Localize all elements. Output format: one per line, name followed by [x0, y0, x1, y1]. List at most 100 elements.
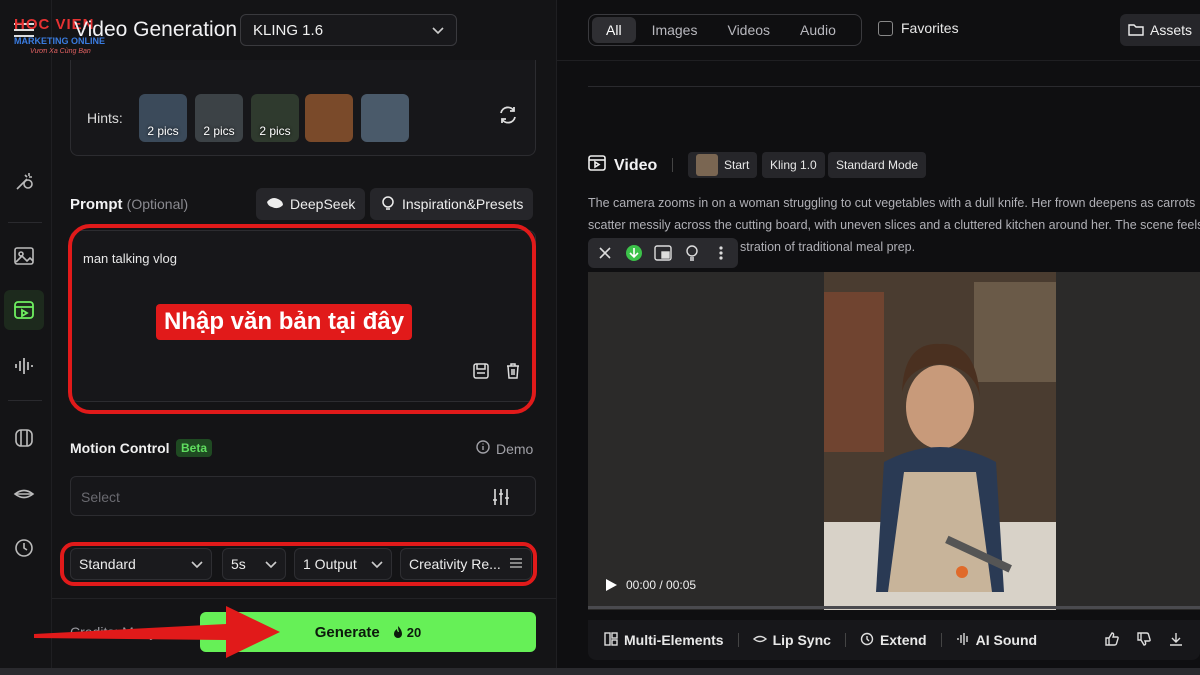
annotation-arrow [34, 606, 280, 658]
tool-divider [737, 633, 739, 647]
hint-thumbnail[interactable]: 2 pics [139, 94, 187, 142]
extend-icon [860, 632, 874, 649]
model-chip: Kling 1.0 [762, 152, 825, 178]
logo-tagline: Vươn Xa Cùng Bạn [30, 48, 91, 55]
feedback-actions [1104, 631, 1184, 650]
rail-divider [8, 400, 42, 401]
content-divider [588, 86, 1200, 87]
lips-icon [752, 632, 767, 648]
sliders-icon [491, 487, 511, 512]
info-icon [476, 440, 490, 457]
lightbulb-icon[interactable] [680, 241, 705, 265]
hint-thumbnail[interactable]: 2 pics [251, 94, 299, 142]
video-heading: Video [588, 154, 657, 177]
motion-select[interactable]: Select [70, 476, 536, 516]
model-select-value: KLING 1.6 [253, 21, 324, 39]
download-icon[interactable] [1168, 631, 1184, 650]
history-icon[interactable] [10, 534, 38, 562]
hint-caption: 2 pics [147, 124, 179, 138]
start-chip-label: Start [724, 158, 750, 172]
mode-chip: Standard Mode [828, 152, 927, 178]
more-icon[interactable] [709, 241, 734, 265]
left-rail [0, 0, 52, 675]
heading-divider [672, 158, 673, 172]
multi-elements-button[interactable]: Multi-Elements [604, 631, 724, 649]
picture-in-picture-icon[interactable] [650, 241, 675, 265]
thumbs-down-icon[interactable] [1136, 631, 1152, 650]
lip-sync-button[interactable]: Lip Sync [752, 632, 831, 648]
prompt-label: Prompt (Optional) [70, 196, 188, 213]
video-icon[interactable] [4, 290, 44, 330]
start-frame-chip: Start [688, 152, 758, 178]
generate-label: Generate [314, 623, 380, 641]
video-progress-bar[interactable] [588, 606, 1200, 609]
tab-videos[interactable]: Videos [713, 17, 784, 43]
horizontal-scrollbar[interactable] [0, 668, 1200, 675]
hint-thumbnail[interactable] [305, 94, 353, 142]
credit-cost: 20 [392, 625, 421, 640]
thumbs-up-icon[interactable] [1104, 631, 1120, 650]
highlight-ring [60, 542, 537, 586]
favorites-label: Favorites [901, 20, 959, 36]
tab-audio[interactable]: Audio [786, 17, 850, 43]
model-chip-label: Kling 1.0 [770, 158, 817, 172]
image-icon[interactable] [10, 242, 38, 270]
credit-cost-value: 20 [406, 624, 422, 640]
play-icon[interactable] [604, 578, 618, 597]
mode-chip-label: Standard Mode [836, 158, 919, 172]
deepseek-button[interactable]: DeepSeek [256, 188, 366, 220]
hint-caption: 2 pics [203, 124, 235, 138]
chevron-down-icon [432, 22, 444, 39]
magic-wand-icon[interactable] [10, 168, 38, 196]
deepseek-label: DeepSeek [290, 196, 356, 212]
demo-label: Demo [496, 440, 534, 457]
lips-icon[interactable] [10, 480, 38, 508]
model-select[interactable]: KLING 1.6 [240, 14, 457, 46]
assets-label: Assets [1150, 22, 1193, 38]
presets-label: Inspiration&Presets [402, 196, 524, 212]
whale-icon [266, 196, 284, 213]
description-line: scatter messily across the cutting board… [588, 218, 1200, 232]
tool-divider [844, 633, 846, 647]
elements-icon [604, 631, 618, 649]
folder-icon [1128, 22, 1144, 39]
hint-thumbnail[interactable] [361, 94, 409, 142]
description-line: The camera zooms in on a woman strugglin… [588, 196, 1196, 210]
favorites-toggle[interactable]: Favorites [878, 20, 959, 36]
start-frame-thumbnail [696, 154, 718, 176]
inspiration-presets-button[interactable]: Inspiration&Presets [370, 188, 534, 220]
close-icon[interactable] [592, 241, 617, 265]
lip-sync-label: Lip Sync [772, 632, 831, 648]
beta-badge: Beta [176, 439, 213, 457]
rail-divider [8, 222, 42, 223]
prompt-label-text: Prompt [70, 196, 123, 213]
video-title: Video [614, 156, 658, 174]
ai-sound-label: AI Sound [975, 632, 1038, 648]
hint-thumbnail[interactable]: 2 pics [195, 94, 243, 142]
lightbulb-icon [380, 195, 396, 214]
assets-button[interactable]: Assets [1120, 14, 1200, 46]
ai-sound-button[interactable]: AI Sound [956, 632, 1037, 649]
annotation-label: Nhập văn bản tại đây [156, 304, 413, 340]
tool-divider [940, 633, 942, 647]
tab-all[interactable]: All [592, 17, 636, 43]
tab-images[interactable]: Images [638, 17, 712, 43]
motion-control-label: Motion Control [70, 440, 170, 456]
video-frame [824, 272, 1056, 610]
refresh-icon[interactable] [497, 104, 523, 130]
hints-label: Hints: [87, 110, 123, 126]
prompt-optional-text: (Optional) [126, 196, 189, 212]
hint-caption: 2 pics [259, 124, 291, 138]
avatar-frame-icon[interactable] [10, 424, 38, 452]
video-thumbnail [824, 272, 1056, 610]
multi-elements-label: Multi-Elements [624, 632, 724, 648]
video-action-toolbar [588, 238, 738, 268]
audio-wave-icon[interactable] [10, 352, 38, 380]
video-tools-bar: Multi-Elements Lip Sync Extend AI Sound [588, 620, 1200, 660]
video-player[interactable]: 00:00 / 00:05 [588, 272, 1200, 610]
extend-button[interactable]: Extend [860, 632, 927, 649]
video-icon [588, 154, 606, 177]
demo-link[interactable]: Demo [476, 440, 533, 457]
download-icon[interactable] [621, 241, 646, 265]
favorites-checkbox[interactable] [878, 20, 893, 36]
